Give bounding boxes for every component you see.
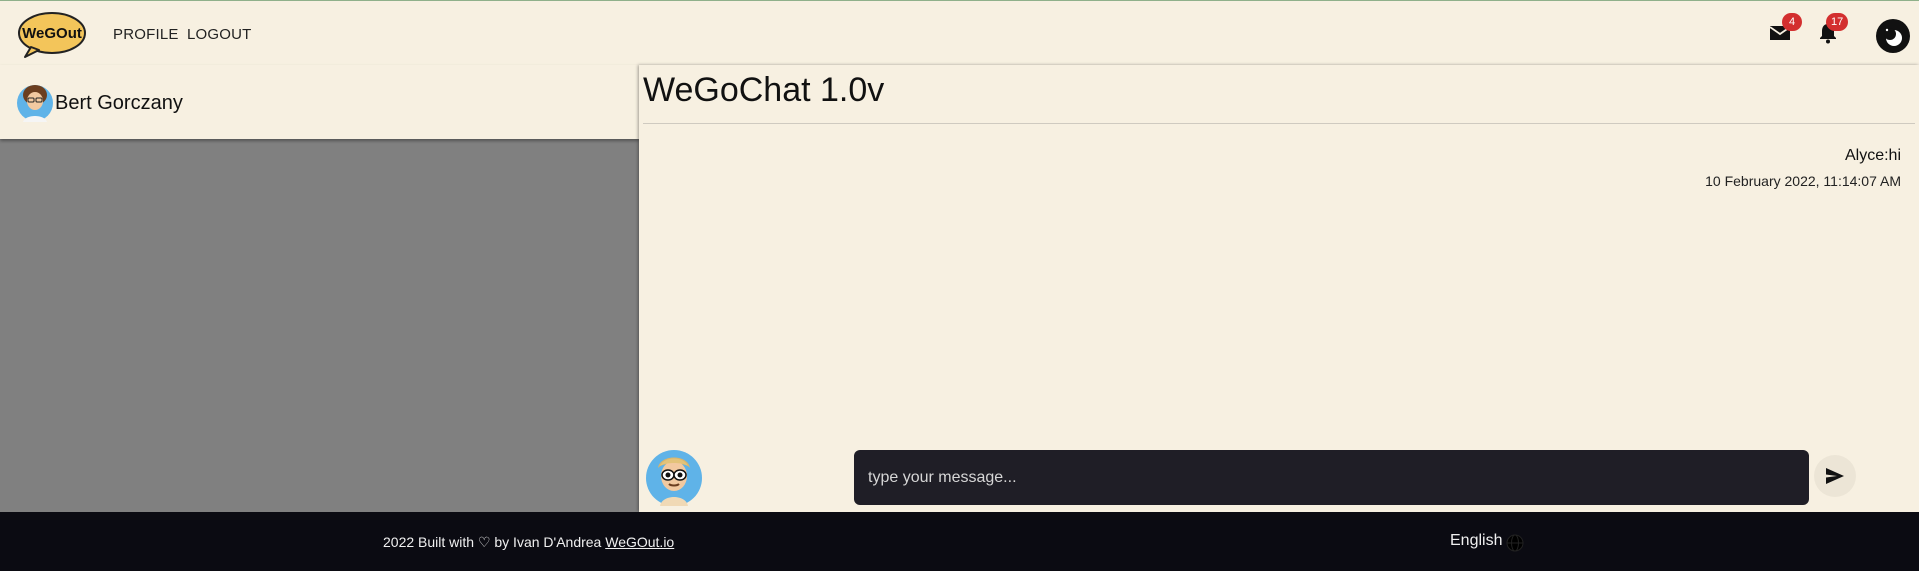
mail-count-badge: 4 <box>1782 13 1802 31</box>
chat-panel: WeGoChat 1.0v Alyce:hi 10 February 2022,… <box>639 65 1919 512</box>
moon-icon <box>1884 28 1902 46</box>
message-input[interactable] <box>854 450 1809 505</box>
messages-button[interactable]: 4 <box>1768 13 1802 49</box>
contacts-panel: Bert Gorczany <box>0 65 639 512</box>
logo-text: WeGOut <box>22 25 82 42</box>
globe-icon[interactable] <box>1506 534 1524 552</box>
footer-credit: 2022 Built with ♡ by Ivan D'Andrea WeGOu… <box>383 534 674 551</box>
contact-avatar <box>17 85 53 122</box>
footer-credit-text: 2022 Built with ♡ by Ivan D'Andrea <box>383 534 602 550</box>
app-header: WeGOut PROFILE LOGOUT 4 17 <box>0 1 1919 65</box>
wegout-logo[interactable]: WeGOut <box>17 11 87 59</box>
contact-item[interactable]: Bert Gorczany <box>0 65 639 139</box>
chat-message: Alyce:hi 10 February 2022, 11:14:07 AM <box>1705 147 1901 189</box>
user-avatar <box>646 450 702 506</box>
message-text: Alyce:hi <box>1844 147 1901 164</box>
message-timestamp: 10 February 2022, 11:14:07 AM <box>1705 173 1901 189</box>
send-button[interactable] <box>1814 455 1856 497</box>
nav-profile-link[interactable]: PROFILE <box>113 26 179 43</box>
footer-wegout-link[interactable]: WeGOut.io <box>605 534 674 550</box>
contact-name: Bert Gorczany <box>55 92 183 114</box>
notifications-button[interactable]: 17 <box>1816 13 1849 49</box>
message-input-box[interactable] <box>854 450 1809 505</box>
notification-count-badge: 17 <box>1826 13 1849 31</box>
app-footer: 2022 Built with ♡ by Ivan D'Andrea WeGOu… <box>0 512 1919 571</box>
chat-title: WeGoChat 1.0v <box>643 71 885 109</box>
send-icon <box>1826 468 1844 484</box>
theme-toggle-button[interactable] <box>1876 19 1910 53</box>
nav-logout-link[interactable]: LOGOUT <box>187 26 252 43</box>
chat-divider <box>643 123 1915 124</box>
language-selector[interactable]: English <box>1450 532 1502 550</box>
